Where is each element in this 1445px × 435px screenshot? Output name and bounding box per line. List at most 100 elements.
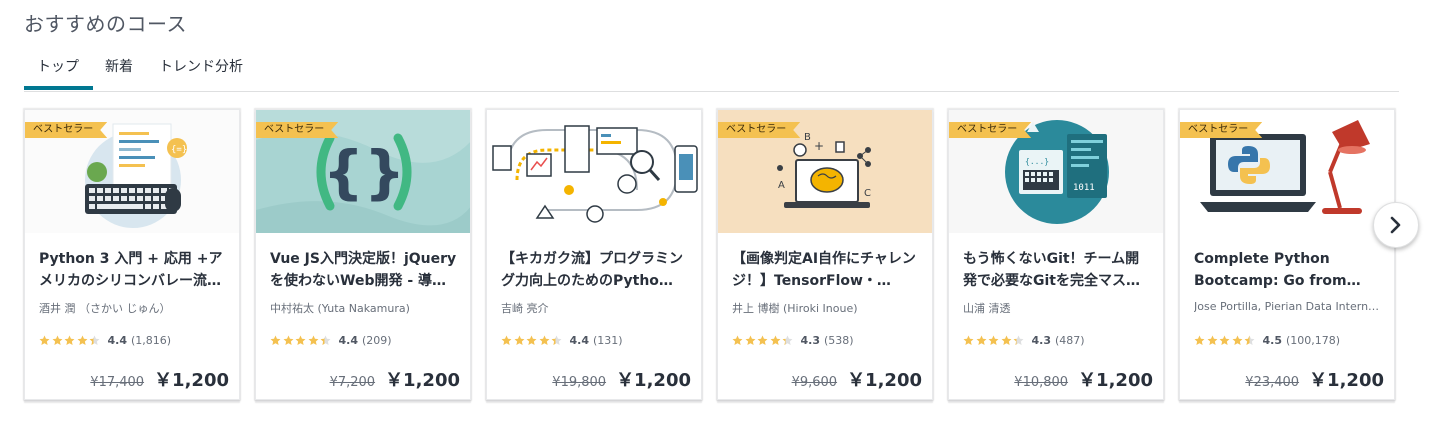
carousel-next-button[interactable]	[1373, 202, 1419, 248]
star-rating	[501, 335, 564, 346]
star-icon	[1244, 335, 1255, 345]
star-icon	[1232, 335, 1242, 345]
svg-text:B: B	[804, 132, 811, 143]
star-icon	[52, 335, 62, 345]
star-icon	[283, 335, 293, 345]
course-card[interactable]: {} ベストセラー Vue JS入門決定版！jQueryを使わないWeb開発 -…	[255, 109, 471, 400]
tab-top[interactable]: トップ	[24, 56, 93, 90]
course-card[interactable]: ベストセラー Complete Python Bootcamp: Go from…	[1179, 109, 1395, 400]
star-icon	[526, 335, 537, 345]
tab-trending[interactable]: トレンド分析	[159, 56, 243, 90]
course-thumbnail: 1011 {...} ベストセラー	[949, 110, 1163, 233]
course-card[interactable]: 1011 {...} ベストセラー もう怖くないGit！チーム開発で必要なGit…	[948, 109, 1164, 400]
original-price: ¥19,800	[552, 375, 607, 390]
course-author: Jose Portilla, Pierian Data Intern…	[1194, 300, 1380, 313]
svg-text:A: A	[778, 180, 785, 191]
rating-value: 4.4	[569, 333, 590, 347]
sale-price: ￥1,200	[1078, 370, 1153, 391]
course-title[interactable]: 【画像判定AI自作にチャレンジ！】TensorFlow・…	[732, 248, 920, 292]
star-rating	[732, 335, 795, 346]
course-author: 井上 博樹 (Hiroki Inoue)	[732, 302, 858, 315]
star-icon	[539, 335, 549, 345]
star-rating	[39, 335, 102, 346]
review-count: (131)	[593, 333, 623, 347]
svg-text:1011: 1011	[1073, 183, 1095, 193]
review-count: (538)	[824, 333, 854, 347]
star-icon	[89, 335, 100, 345]
rating-value: 4.4	[338, 333, 359, 347]
rating-value: 4.4	[107, 333, 128, 347]
rating-row: 4.4 (1,816)	[39, 332, 171, 348]
star-icon	[64, 335, 75, 345]
original-price: ¥7,200	[329, 375, 376, 390]
course-title[interactable]: 【キカガク流】プログラミング力向上のためのPytho…	[501, 248, 689, 292]
svg-text:C: C	[864, 188, 871, 199]
star-icon	[1219, 335, 1230, 345]
course-thumbnail	[487, 110, 701, 233]
course-author: 酒井 潤 （さかい じゅん）	[39, 302, 171, 315]
star-icon	[270, 335, 281, 345]
price-block: ¥7,200 ￥1,200	[330, 366, 460, 392]
sale-price: ￥1,200	[616, 370, 691, 391]
star-rating	[963, 335, 1026, 346]
svg-text:{=}: {=}	[171, 145, 187, 155]
svg-text:{}: {}	[323, 138, 406, 206]
course-title[interactable]: Complete Python Bootcamp: Go from zero…	[1194, 248, 1382, 292]
star-icon	[77, 335, 87, 345]
bestseller-badge: ベストセラー	[256, 122, 338, 138]
course-tabs: トップ 新着 トレンド分析	[24, 52, 1399, 92]
star-icon	[514, 335, 524, 345]
course-author: 山浦 清透	[963, 302, 1011, 315]
original-price: ¥17,400	[90, 375, 145, 390]
svg-text:{...}: {...}	[1025, 157, 1049, 166]
course-card[interactable]: {=} ベストセラー Python 3 入門 + 応用 +アメリカのシリコンバレ…	[24, 109, 240, 400]
rating-row: 4.4 (209)	[270, 332, 392, 348]
price-block: ¥17,400 ￥1,200	[90, 366, 229, 392]
bestseller-badge: ベストセラー	[718, 122, 800, 138]
original-price: ¥10,800	[1014, 375, 1069, 390]
course-card[interactable]: 【キカガク流】プログラミング力向上のためのPytho… 吉崎 亮介 4.4 (1…	[486, 109, 702, 400]
course-thumbnail: {} ベストセラー	[256, 110, 470, 233]
course-title[interactable]: Python 3 入門 + 応用 +アメリカのシリコンバレー流…	[39, 248, 227, 292]
course-thumbnail: B A C + ベストセラー	[718, 110, 932, 233]
star-icon	[1194, 335, 1205, 345]
rating-value: 4.5	[1262, 333, 1283, 347]
review-count: (1,816)	[131, 333, 172, 347]
star-icon	[732, 335, 743, 345]
review-count: (100,178)	[1286, 333, 1341, 347]
original-price: ¥9,600	[791, 375, 838, 390]
star-icon	[551, 335, 562, 345]
rating-row: 4.3 (538)	[732, 332, 854, 348]
course-author: 吉崎 亮介	[501, 302, 549, 315]
sale-price: ￥1,200	[385, 370, 460, 391]
section-title: おすすめのコース	[24, 12, 187, 36]
star-rating	[1194, 335, 1257, 346]
price-block: ¥23,400 ￥1,200	[1245, 366, 1384, 392]
star-rating	[270, 335, 333, 346]
star-icon	[988, 335, 999, 345]
course-card[interactable]: B A C + ベストセラー 【画像判定AI自作にチャレンジ！】TensorFl…	[717, 109, 933, 400]
star-icon	[782, 335, 793, 345]
bestseller-badge: ベストセラー	[949, 122, 1031, 138]
star-icon	[770, 335, 780, 345]
course-title[interactable]: もう怖くないGit！チーム開発で必要なGitを完全マス…	[963, 248, 1151, 292]
rating-value: 4.3	[1031, 333, 1052, 347]
rating-row: 4.5 (100,178)	[1194, 332, 1340, 348]
chevron-right-icon	[1390, 216, 1401, 234]
star-icon	[963, 335, 974, 345]
tab-new[interactable]: 新着	[105, 56, 133, 90]
course-title[interactable]: Vue JS入門決定版！jQueryを使わないWeb開発 - 導…	[270, 248, 458, 292]
course-thumbnail: ベストセラー	[1180, 110, 1394, 233]
original-price: ¥23,400	[1245, 375, 1300, 390]
review-count: (209)	[362, 333, 392, 347]
sale-price: ￥1,200	[847, 370, 922, 391]
star-icon	[1013, 335, 1024, 345]
sale-price: ￥1,200	[154, 370, 229, 391]
rating-row: 4.4 (131)	[501, 332, 623, 348]
star-icon	[320, 335, 331, 345]
review-count: (487)	[1055, 333, 1085, 347]
bestseller-badge: ベストセラー	[25, 122, 107, 138]
star-icon	[757, 335, 768, 345]
rating-row: 4.3 (487)	[963, 332, 1085, 348]
star-icon	[745, 335, 755, 345]
